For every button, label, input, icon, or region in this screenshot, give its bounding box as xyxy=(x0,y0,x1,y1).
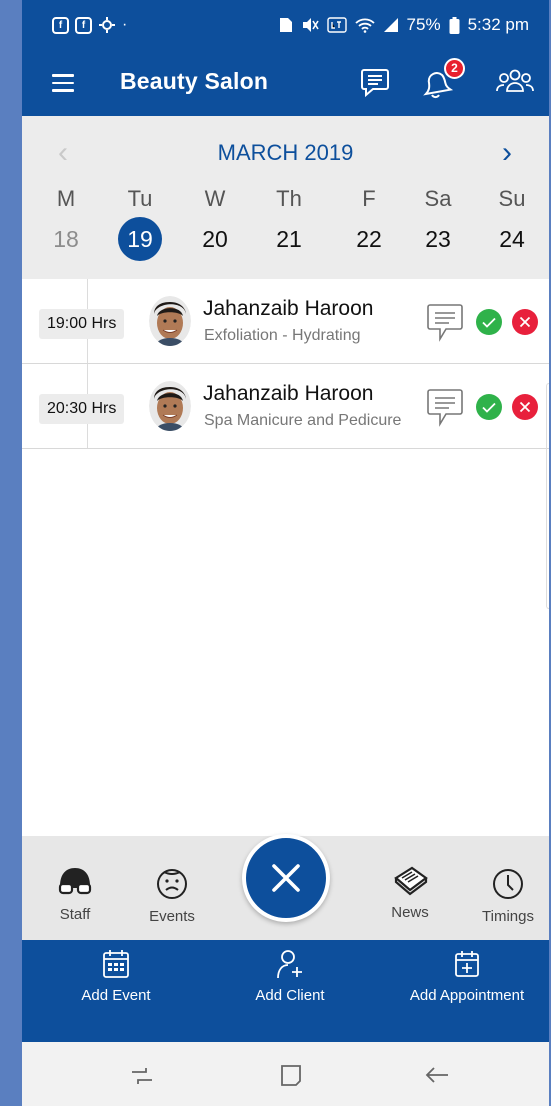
message-icon[interactable] xyxy=(426,302,464,342)
weekday-label: Sa xyxy=(424,186,452,211)
mode-icon xyxy=(99,17,115,33)
notification-icon: f xyxy=(75,16,92,34)
appointment-time: 20:30 Hrs xyxy=(39,394,125,424)
accept-icon[interactable] xyxy=(476,394,502,420)
client-name: Jahanzaib Haroon xyxy=(203,297,374,320)
message-icon[interactable] xyxy=(426,387,464,427)
client-name: Jahanzaib Haroon xyxy=(203,382,374,405)
close-icon xyxy=(272,864,300,892)
appointment-list: 19:00 Hrs Jahanzaib Haroon Exfoliation -… xyxy=(22,279,549,836)
appointment-row[interactable]: 19:00 Hrs Jahanzaib Haroon Exfoliation -… xyxy=(22,279,549,364)
date-cell[interactable]: 21 xyxy=(268,226,310,253)
week-calendar: ‹ MARCH 2019 › M Tu W Th F Sa Su 18 19 2… xyxy=(22,116,549,279)
reject-icon[interactable] xyxy=(512,309,538,335)
avatar xyxy=(149,296,191,346)
wifi-icon xyxy=(354,18,375,33)
selected-date[interactable]: 19 xyxy=(118,217,162,261)
calendar-grid-icon xyxy=(103,950,129,978)
weekday-label: W xyxy=(204,186,226,211)
sim-icon xyxy=(279,18,292,32)
date-cell[interactable]: 20 xyxy=(194,226,236,253)
service-name: Exfoliation - Hydrating xyxy=(204,327,361,344)
weekday-label: Su xyxy=(498,186,526,211)
events-button[interactable]: Events xyxy=(142,866,202,925)
timings-label: Timings xyxy=(482,908,534,925)
next-month-button[interactable]: › xyxy=(502,136,512,170)
date-cell[interactable]: 23 xyxy=(417,226,459,253)
news-label: News xyxy=(391,904,429,921)
date-cell[interactable]: 18 xyxy=(45,226,87,253)
date-cell[interactable]: 22 xyxy=(348,226,390,253)
add-event-label: Add Event xyxy=(81,987,151,1004)
news-button[interactable]: News xyxy=(385,864,435,921)
close-menu-button[interactable] xyxy=(242,834,330,922)
back-arrow-icon[interactable] xyxy=(422,1060,452,1090)
recent-apps-icon[interactable] xyxy=(127,1060,157,1090)
status-dot: · xyxy=(122,16,128,33)
appointment-time: 19:00 Hrs xyxy=(39,309,125,339)
quick-actions-bar: Add Event Add Client Add Appointment xyxy=(22,940,549,1042)
staff-icon xyxy=(58,868,92,895)
avatar xyxy=(149,381,191,431)
clock: 5:32 pm xyxy=(467,15,529,34)
date-cell-selected[interactable]: 19 xyxy=(118,217,162,261)
weekday-label: F xyxy=(362,186,376,211)
status-right: 75% 5:32 pm xyxy=(279,15,529,35)
reject-icon[interactable] xyxy=(512,394,538,420)
notification-badge: 2 xyxy=(444,58,465,79)
home-icon[interactable] xyxy=(276,1060,306,1090)
events-label: Events xyxy=(149,908,195,925)
weekday-label: Tu xyxy=(127,186,153,211)
clock-icon xyxy=(493,869,523,899)
add-client-label: Add Client xyxy=(255,987,325,1004)
drawer-handle[interactable] xyxy=(546,383,549,609)
add-event-button[interactable]: Add Event xyxy=(64,946,168,1004)
newspaper-icon xyxy=(394,866,428,896)
clients-icon[interactable] xyxy=(496,64,534,100)
add-appointment-button[interactable]: Add Appointment xyxy=(392,946,542,1004)
accept-icon[interactable] xyxy=(476,309,502,335)
status-bar: f f · 75% 5:32 pm xyxy=(22,0,549,54)
volte-lte-icon xyxy=(326,17,347,33)
notification-icon: f xyxy=(52,16,69,34)
staff-button[interactable]: Staff xyxy=(50,866,100,923)
battery-icon xyxy=(449,16,460,34)
system-navigation-bar xyxy=(22,1042,549,1106)
weekday-label: M xyxy=(56,186,76,211)
page-title: Beauty Salon xyxy=(120,68,269,94)
date-cell[interactable]: 24 xyxy=(491,226,533,253)
calendar-plus-icon xyxy=(455,951,479,977)
events-icon xyxy=(157,869,187,899)
signal-icon xyxy=(383,18,398,32)
status-left: f f · xyxy=(52,16,127,34)
add-client-button[interactable]: Add Client xyxy=(238,946,342,1004)
battery-level: 75% xyxy=(406,15,441,34)
month-label: MARCH 2019 xyxy=(217,140,354,165)
add-appointment-label: Add Appointment xyxy=(409,987,525,1004)
chat-icon[interactable] xyxy=(357,64,393,100)
service-name: Spa Manicure and Pedicure xyxy=(204,412,402,429)
mute-icon xyxy=(302,18,319,32)
app-bar: Beauty Salon 2 xyxy=(22,54,549,116)
staff-label: Staff xyxy=(59,906,91,923)
add-user-icon xyxy=(277,950,302,979)
app-screen: f f · 75% 5:32 pm Beauty Salon 2 ‹ MARCH… xyxy=(22,0,549,1106)
appointment-row[interactable]: 20:30 Hrs Jahanzaib Haroon Spa Manicure … xyxy=(22,364,549,449)
weekday-label: Th xyxy=(276,186,302,211)
menu-icon[interactable] xyxy=(52,74,74,92)
timings-button[interactable]: Timings xyxy=(476,866,540,925)
